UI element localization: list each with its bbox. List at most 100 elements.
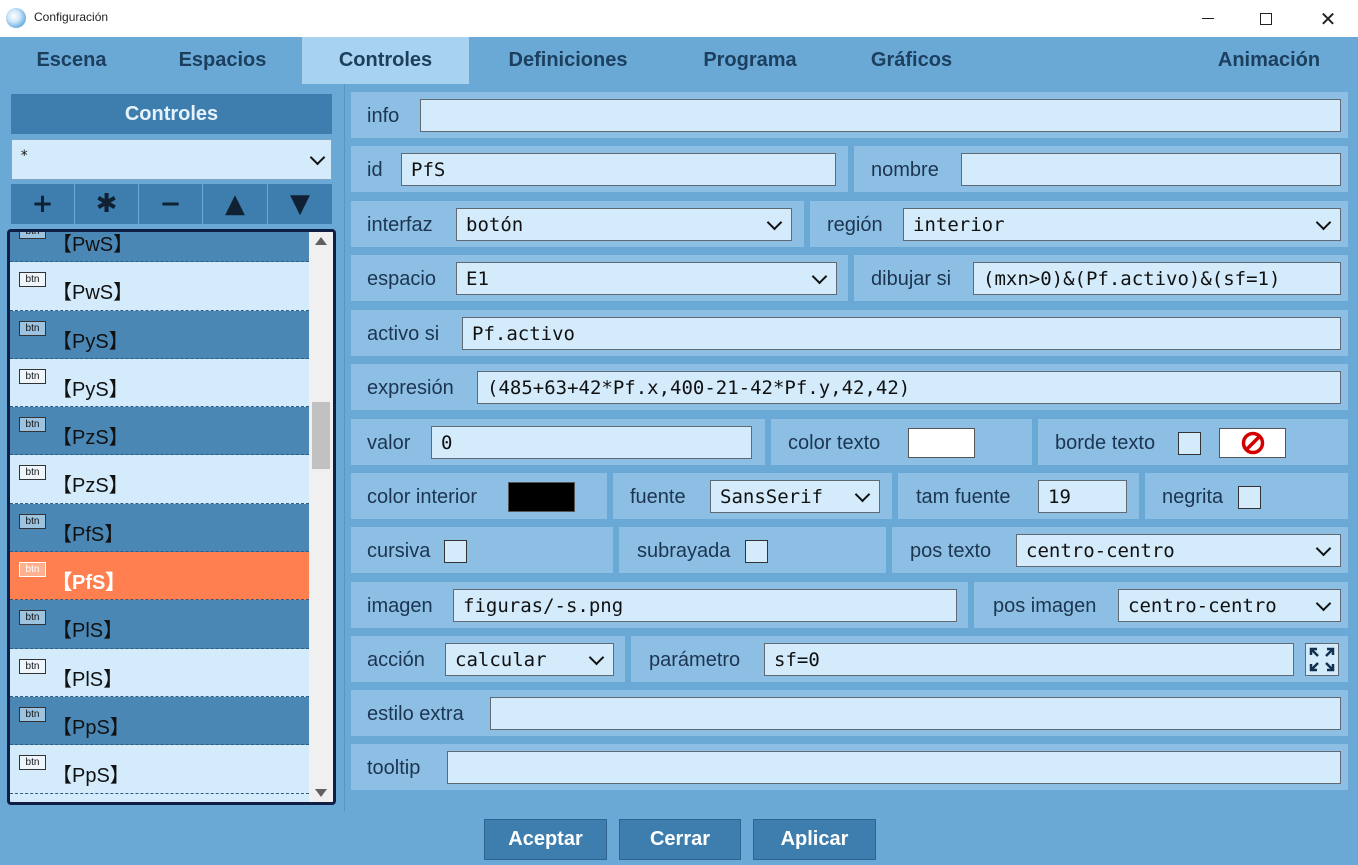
tab-controles[interactable]: Controles (302, 37, 469, 84)
scrollbar-thumb[interactable] (312, 402, 330, 469)
activo-si-input[interactable]: Pf.activo (462, 317, 1341, 350)
interfaz-select[interactable]: botón (456, 208, 792, 241)
imagen-label: imagen (367, 595, 433, 617)
color-texto-label: color texto (788, 432, 881, 454)
list-item[interactable]: btn 【PwS】 (10, 262, 309, 311)
button-type-icon: btn (19, 562, 46, 578)
color-texto-row: color texto (770, 418, 1033, 466)
pos-imagen-select[interactable]: centro-centro (1118, 589, 1341, 622)
list-item[interactable]: btn 【PyS】 (10, 310, 309, 359)
expresion-row: expresión (485+63+42*Pf.x,400-21-42*Pf.y… (350, 363, 1349, 411)
list-item[interactable]: btn 【PfS】 (10, 503, 309, 553)
imagen-row: imagen figuras/-s.png (350, 581, 969, 629)
add-button[interactable]: + (11, 184, 74, 224)
pos-texto-label: pos texto (910, 540, 992, 562)
borde-texto-label: borde texto (1055, 432, 1156, 454)
tam-fuente-label: tam fuente (916, 486, 1011, 508)
accion-select[interactable]: calcular (445, 643, 614, 676)
list-item-label: 【PfS】 (52, 572, 126, 595)
info-input[interactable] (420, 99, 1341, 132)
espacio-select[interactable]: E1 (456, 262, 837, 295)
estilo-extra-input[interactable] (490, 697, 1341, 730)
tab-animacion[interactable]: Animación (1180, 37, 1358, 84)
color-interior-row: color interior (350, 472, 608, 520)
region-select[interactable]: interior (903, 208, 1341, 241)
chevron-down-icon (854, 486, 871, 503)
list-scrollbar[interactable] (309, 232, 333, 802)
remove-button[interactable]: − (139, 184, 202, 224)
color-interior-swatch[interactable] (508, 482, 575, 512)
expresion-input[interactable]: (485+63+42*Pf.x,400-21-42*Pf.y,42,42) (477, 371, 1341, 404)
id-input[interactable]: PfS (401, 153, 836, 186)
minimize-button[interactable] (1185, 0, 1231, 37)
tab-graficos[interactable]: Gráficos (833, 37, 990, 84)
move-up-button[interactable]: ▲ (203, 184, 267, 224)
maximize-button[interactable] (1243, 0, 1289, 37)
fuente-select[interactable]: SansSerif (710, 480, 880, 513)
region-value: interior (913, 214, 1005, 236)
parametro-input[interactable]: sf=0 (764, 643, 1294, 676)
subrayada-label: subrayada (637, 540, 731, 562)
nombre-input[interactable] (961, 153, 1341, 186)
control-filter-select[interactable]: * (11, 139, 332, 180)
controls-list[interactable]: btn 【PwS】 btn 【PwS】 btn 【PyS】 btn 【PyS】 btn 【… (7, 229, 336, 805)
list-item[interactable]: btn 【PyS】 (10, 358, 309, 408)
list-item[interactable]: btn 【PzS】 (10, 455, 309, 504)
accion-label: acción (367, 649, 425, 671)
expand-editor-button[interactable] (1305, 643, 1339, 676)
color-texto-swatch[interactable] (908, 428, 975, 458)
move-down-button[interactable]: ▼ (268, 184, 332, 224)
button-type-icon: btn (19, 706, 46, 722)
control-properties-form: info id PfS nombre interfaz botón región… (344, 84, 1358, 811)
list-item[interactable]: btn 【PlS】 (10, 648, 309, 697)
close-icon: ✕ (1319, 6, 1337, 31)
negrita-checkbox[interactable] (1238, 486, 1261, 509)
valor-input[interactable]: 0 (431, 426, 752, 459)
scroll-up-icon[interactable] (315, 237, 327, 245)
pos-texto-select[interactable]: centro-centro (1016, 534, 1341, 567)
controls-sidebar: Controles * + ✱ − ▲ ▼ btn 【PwS】 btn 【PwS】 … (0, 84, 342, 811)
cursiva-row: cursiva (350, 526, 614, 574)
tooltip-input[interactable] (447, 751, 1341, 784)
tab-definiciones[interactable]: Definiciones (469, 37, 667, 84)
tab-espacios[interactable]: Espacios (143, 37, 302, 84)
tab-escena[interactable]: Escena (0, 37, 143, 84)
interfaz-row: interfaz botón (350, 200, 805, 248)
imagen-input[interactable]: figuras/-s.png (453, 589, 957, 622)
app-icon (6, 8, 26, 28)
button-type-icon: btn (19, 513, 46, 529)
espacio-value: E1 (466, 268, 489, 290)
duplicate-button[interactable]: ✱ (75, 184, 138, 224)
accept-button[interactable]: Aceptar (484, 819, 607, 860)
list-item-label: 【PwS】 (52, 234, 134, 256)
minimize-icon (1202, 18, 1214, 19)
button-type-icon: btn (19, 610, 46, 626)
subrayada-checkbox[interactable] (745, 540, 768, 563)
cursiva-checkbox[interactable] (444, 540, 467, 563)
scroll-down-icon[interactable] (315, 789, 327, 797)
controls-header: Controles (11, 94, 332, 134)
filter-value: * (20, 148, 29, 164)
borde-texto-color-swatch[interactable] (1219, 428, 1286, 458)
chevron-down-icon (1315, 595, 1332, 612)
list-item[interactable]: btn 【PwS】 (10, 232, 309, 263)
list-item-label: 【PfS】 (52, 523, 125, 546)
region-row: región interior (809, 200, 1349, 248)
apply-button[interactable]: Aplicar (753, 819, 876, 860)
dibujar-si-input[interactable]: (mxn>0)&(Pf.activo)&(sf=1) (973, 262, 1341, 295)
negrita-label: negrita (1162, 486, 1224, 508)
list-item[interactable]: btn 【PlS】 (10, 600, 309, 649)
borde-texto-checkbox[interactable] (1178, 432, 1201, 455)
close-window-button[interactable]: ✕ (1305, 0, 1351, 37)
list-item-selected[interactable]: btn 【PfS】 (10, 552, 309, 601)
list-item[interactable]: btn 【PpS】 (10, 696, 309, 746)
id-label: id (367, 159, 383, 181)
button-type-icon: btn (19, 272, 46, 288)
accion-value: calcular (455, 649, 547, 671)
close-button[interactable]: Cerrar (619, 819, 741, 860)
tam-fuente-input[interactable]: 19 (1038, 480, 1127, 513)
list-item-label: 【PzS】 (52, 427, 129, 450)
list-item[interactable]: btn 【PpS】 (10, 745, 309, 794)
list-item[interactable]: btn 【PzS】 (10, 407, 309, 456)
tab-programa[interactable]: Programa (667, 37, 833, 84)
